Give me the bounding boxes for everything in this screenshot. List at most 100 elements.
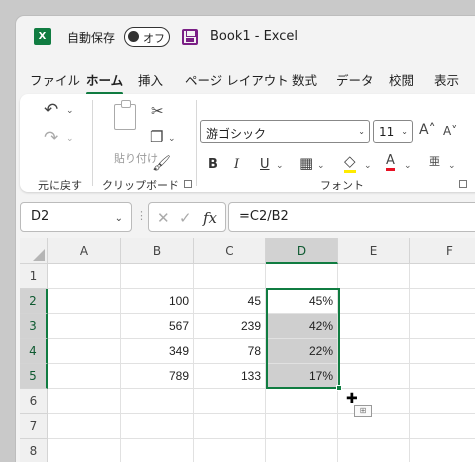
tab-page-layout[interactable]: ページ レイアウト <box>185 70 289 89</box>
cell-a1[interactable] <box>48 264 121 289</box>
tab-data[interactable]: データ <box>336 70 374 89</box>
font-color-dropdown-icon[interactable]: ⌄ <box>404 161 412 171</box>
cell-b7[interactable] <box>121 414 194 439</box>
cell-c4[interactable]: 78 <box>194 339 266 364</box>
cell-b6[interactable] <box>121 389 194 414</box>
fill-color-icon[interactable]: ◇ <box>344 154 356 173</box>
cell-f3[interactable] <box>410 314 475 339</box>
cell-c5[interactable]: 133 <box>194 364 266 389</box>
undo-icon[interactable]: ↶ <box>44 102 58 119</box>
cell-b4[interactable]: 349 <box>121 339 194 364</box>
borders-dropdown-icon[interactable]: ⌄ <box>317 161 325 171</box>
more-options-icon[interactable]: ⋮ <box>136 210 147 221</box>
cell-c2[interactable]: 45 <box>194 289 266 314</box>
row-header-1[interactable]: 1 <box>20 264 48 289</box>
cell-c1[interactable] <box>194 264 266 289</box>
cell-a5[interactable] <box>48 364 121 389</box>
row-header-2[interactable]: 2 <box>20 289 48 314</box>
underline-button[interactable]: U <box>260 157 270 172</box>
paste-icon[interactable] <box>114 100 136 130</box>
cell-a3[interactable] <box>48 314 121 339</box>
phonetic-dropdown-icon[interactable]: ⌄ <box>448 161 456 171</box>
font-launcher-icon[interactable] <box>459 180 467 188</box>
cell-b3[interactable]: 567 <box>121 314 194 339</box>
select-all-button[interactable] <box>20 238 48 264</box>
row-header-5[interactable]: 5 <box>20 364 48 389</box>
cell-c7[interactable] <box>194 414 266 439</box>
tab-review[interactable]: 校閲 <box>389 70 414 89</box>
format-painter-icon[interactable]: 🖌 <box>152 156 171 171</box>
cell-e2[interactable] <box>338 289 410 314</box>
autosave-toggle[interactable]: オフ <box>124 27 170 47</box>
fill-color-dropdown-icon[interactable]: ⌄ <box>364 161 372 171</box>
cell-e3[interactable] <box>338 314 410 339</box>
decrease-font-size-icon[interactable]: A˅ <box>443 125 457 137</box>
cell-a7[interactable] <box>48 414 121 439</box>
row-header-6[interactable]: 6 <box>20 389 48 414</box>
column-header-f[interactable]: F <box>410 238 475 264</box>
cell-c6[interactable] <box>194 389 266 414</box>
column-header-e[interactable]: E <box>338 238 410 264</box>
cell-d7[interactable] <box>266 414 338 439</box>
column-header-b[interactable]: B <box>121 238 194 264</box>
row-header-3[interactable]: 3 <box>20 314 48 339</box>
cell-d1[interactable] <box>266 264 338 289</box>
cell-b1[interactable] <box>121 264 194 289</box>
name-box[interactable]: D2 ⌄ <box>20 202 132 232</box>
row-header-8[interactable]: 8 <box>20 439 48 462</box>
increase-font-size-icon[interactable]: A˄ <box>419 123 436 137</box>
copy-icon[interactable]: ❐ <box>150 130 163 145</box>
undo-dropdown-icon[interactable]: ⌄ <box>66 106 74 116</box>
font-size-field[interactable]: 11 ⌄ <box>373 120 413 143</box>
cell-b5[interactable]: 789 <box>121 364 194 389</box>
cell-c3[interactable]: 239 <box>194 314 266 339</box>
bold-button[interactable]: B <box>208 157 218 172</box>
tab-file[interactable]: ファイル <box>30 70 80 89</box>
cell-f2[interactable] <box>410 289 475 314</box>
tab-view[interactable]: 表示 <box>434 70 459 89</box>
underline-dropdown-icon[interactable]: ⌄ <box>276 161 284 171</box>
fill-handle[interactable] <box>336 385 342 391</box>
cell-e4[interactable] <box>338 339 410 364</box>
cell-d6[interactable] <box>266 389 338 414</box>
cell-e1[interactable] <box>338 264 410 289</box>
row-header-4[interactable]: 4 <box>20 339 48 364</box>
quick-analysis-icon[interactable]: ⊞ <box>354 405 372 417</box>
cut-icon[interactable]: ✂ <box>151 104 164 119</box>
cell-f8[interactable] <box>410 439 475 462</box>
cell-f4[interactable] <box>410 339 475 364</box>
column-header-c[interactable]: C <box>194 238 266 264</box>
column-header-a[interactable]: A <box>48 238 121 264</box>
row-header-7[interactable]: 7 <box>20 414 48 439</box>
insert-function-icon[interactable]: fx <box>203 209 217 227</box>
cell-f7[interactable] <box>410 414 475 439</box>
cell-a4[interactable] <box>48 339 121 364</box>
tab-insert[interactable]: 挿入 <box>138 70 163 89</box>
clipboard-launcher-icon[interactable] <box>184 180 192 188</box>
cell-b2[interactable]: 100 <box>121 289 194 314</box>
cell-a6[interactable] <box>48 389 121 414</box>
column-header-d[interactable]: D <box>266 238 338 264</box>
formula-input[interactable]: =C2/B2 <box>228 202 475 232</box>
tab-home[interactable]: ホーム <box>86 70 124 95</box>
cell-b8[interactable] <box>121 439 194 462</box>
save-icon[interactable] <box>182 29 198 45</box>
cell-e8[interactable] <box>338 439 410 462</box>
cell-f6[interactable] <box>410 389 475 414</box>
font-color-icon[interactable]: A <box>386 154 395 171</box>
cell-c8[interactable] <box>194 439 266 462</box>
cell-e7[interactable] <box>338 414 410 439</box>
font-name-field[interactable]: 游ゴシック ⌄ <box>200 120 370 143</box>
cell-e5[interactable] <box>338 364 410 389</box>
tab-formulas[interactable]: 数式 <box>292 70 317 89</box>
phonetic-guide-icon[interactable]: 亜 <box>429 156 440 167</box>
copy-dropdown-icon[interactable]: ⌄ <box>168 134 176 144</box>
cell-a8[interactable] <box>48 439 121 462</box>
cell-a2[interactable] <box>48 289 121 314</box>
borders-icon[interactable]: ▦ <box>299 156 313 171</box>
italic-button[interactable]: I <box>234 157 239 172</box>
cell-d8[interactable] <box>266 439 338 462</box>
worksheet-grid[interactable]: A B C D E F 1 2 3 4 5 6 7 8 100 45 45% 567 2… <box>20 238 475 462</box>
cell-f5[interactable] <box>410 364 475 389</box>
cell-f1[interactable] <box>410 264 475 289</box>
